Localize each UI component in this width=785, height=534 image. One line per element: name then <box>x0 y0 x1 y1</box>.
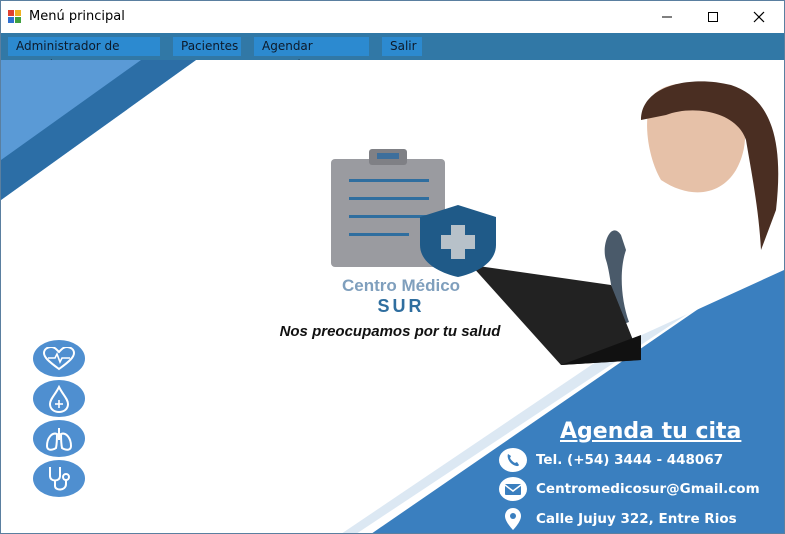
close-icon <box>753 11 765 23</box>
minimize-button[interactable] <box>644 1 690 33</box>
close-button[interactable] <box>736 1 782 33</box>
contact-email: Centromedicosur@Gmail.com <box>498 476 760 502</box>
maximize-icon <box>708 12 718 22</box>
menu-item-agendar-consultas[interactable]: Agendar consultas <box>254 37 369 72</box>
heart-pulse-icon <box>33 340 85 377</box>
phone-icon <box>498 447 528 473</box>
menu-item-administrador-usuario[interactable]: Administrador de usuario <box>8 37 160 72</box>
menu-item-salir[interactable]: Salir <box>382 37 422 56</box>
drop-icon <box>33 380 85 417</box>
title-bar[interactable]: Menú principal <box>1 1 784 33</box>
contact-address: Calle Jujuy 322, Entre Rios <box>498 506 737 532</box>
contact-phone: Tel. (+54) 3444 - 448067 <box>498 447 723 473</box>
phone-text: Tel. (+54) 3444 - 448067 <box>536 452 724 468</box>
email-text: Centromedicosur@Gmail.com <box>536 481 760 497</box>
menu-item-pacientes[interactable]: Pacientes <box>173 37 241 56</box>
brand-subtitle: SUR <box>377 296 425 316</box>
brand-name: Centro Médico <box>341 276 461 295</box>
maximize-button[interactable] <box>690 1 736 33</box>
clipboard-shield-logo <box>331 149 496 277</box>
lungs-icon <box>33 420 85 457</box>
menu-bar: Administrador de usuario Pacientes Agend… <box>1 33 784 72</box>
cta-agenda: Agenda tu cita <box>560 419 742 444</box>
mail-icon <box>498 476 528 502</box>
window-title: Menú principal <box>29 9 125 24</box>
minimize-icon <box>662 16 672 18</box>
address-text: Calle Jujuy 322, Entre Rios <box>536 511 737 527</box>
tagline: Nos preocupamos por tu salud <box>279 323 501 340</box>
app-icon <box>8 10 21 23</box>
stethoscope-icon <box>33 460 85 497</box>
banner-image: Centro Médico SUR Nos preocupamos por tu… <box>1 60 784 533</box>
main-window: Menú principal Administrador de usuario … <box>0 0 785 534</box>
location-pin-icon <box>498 506 528 532</box>
